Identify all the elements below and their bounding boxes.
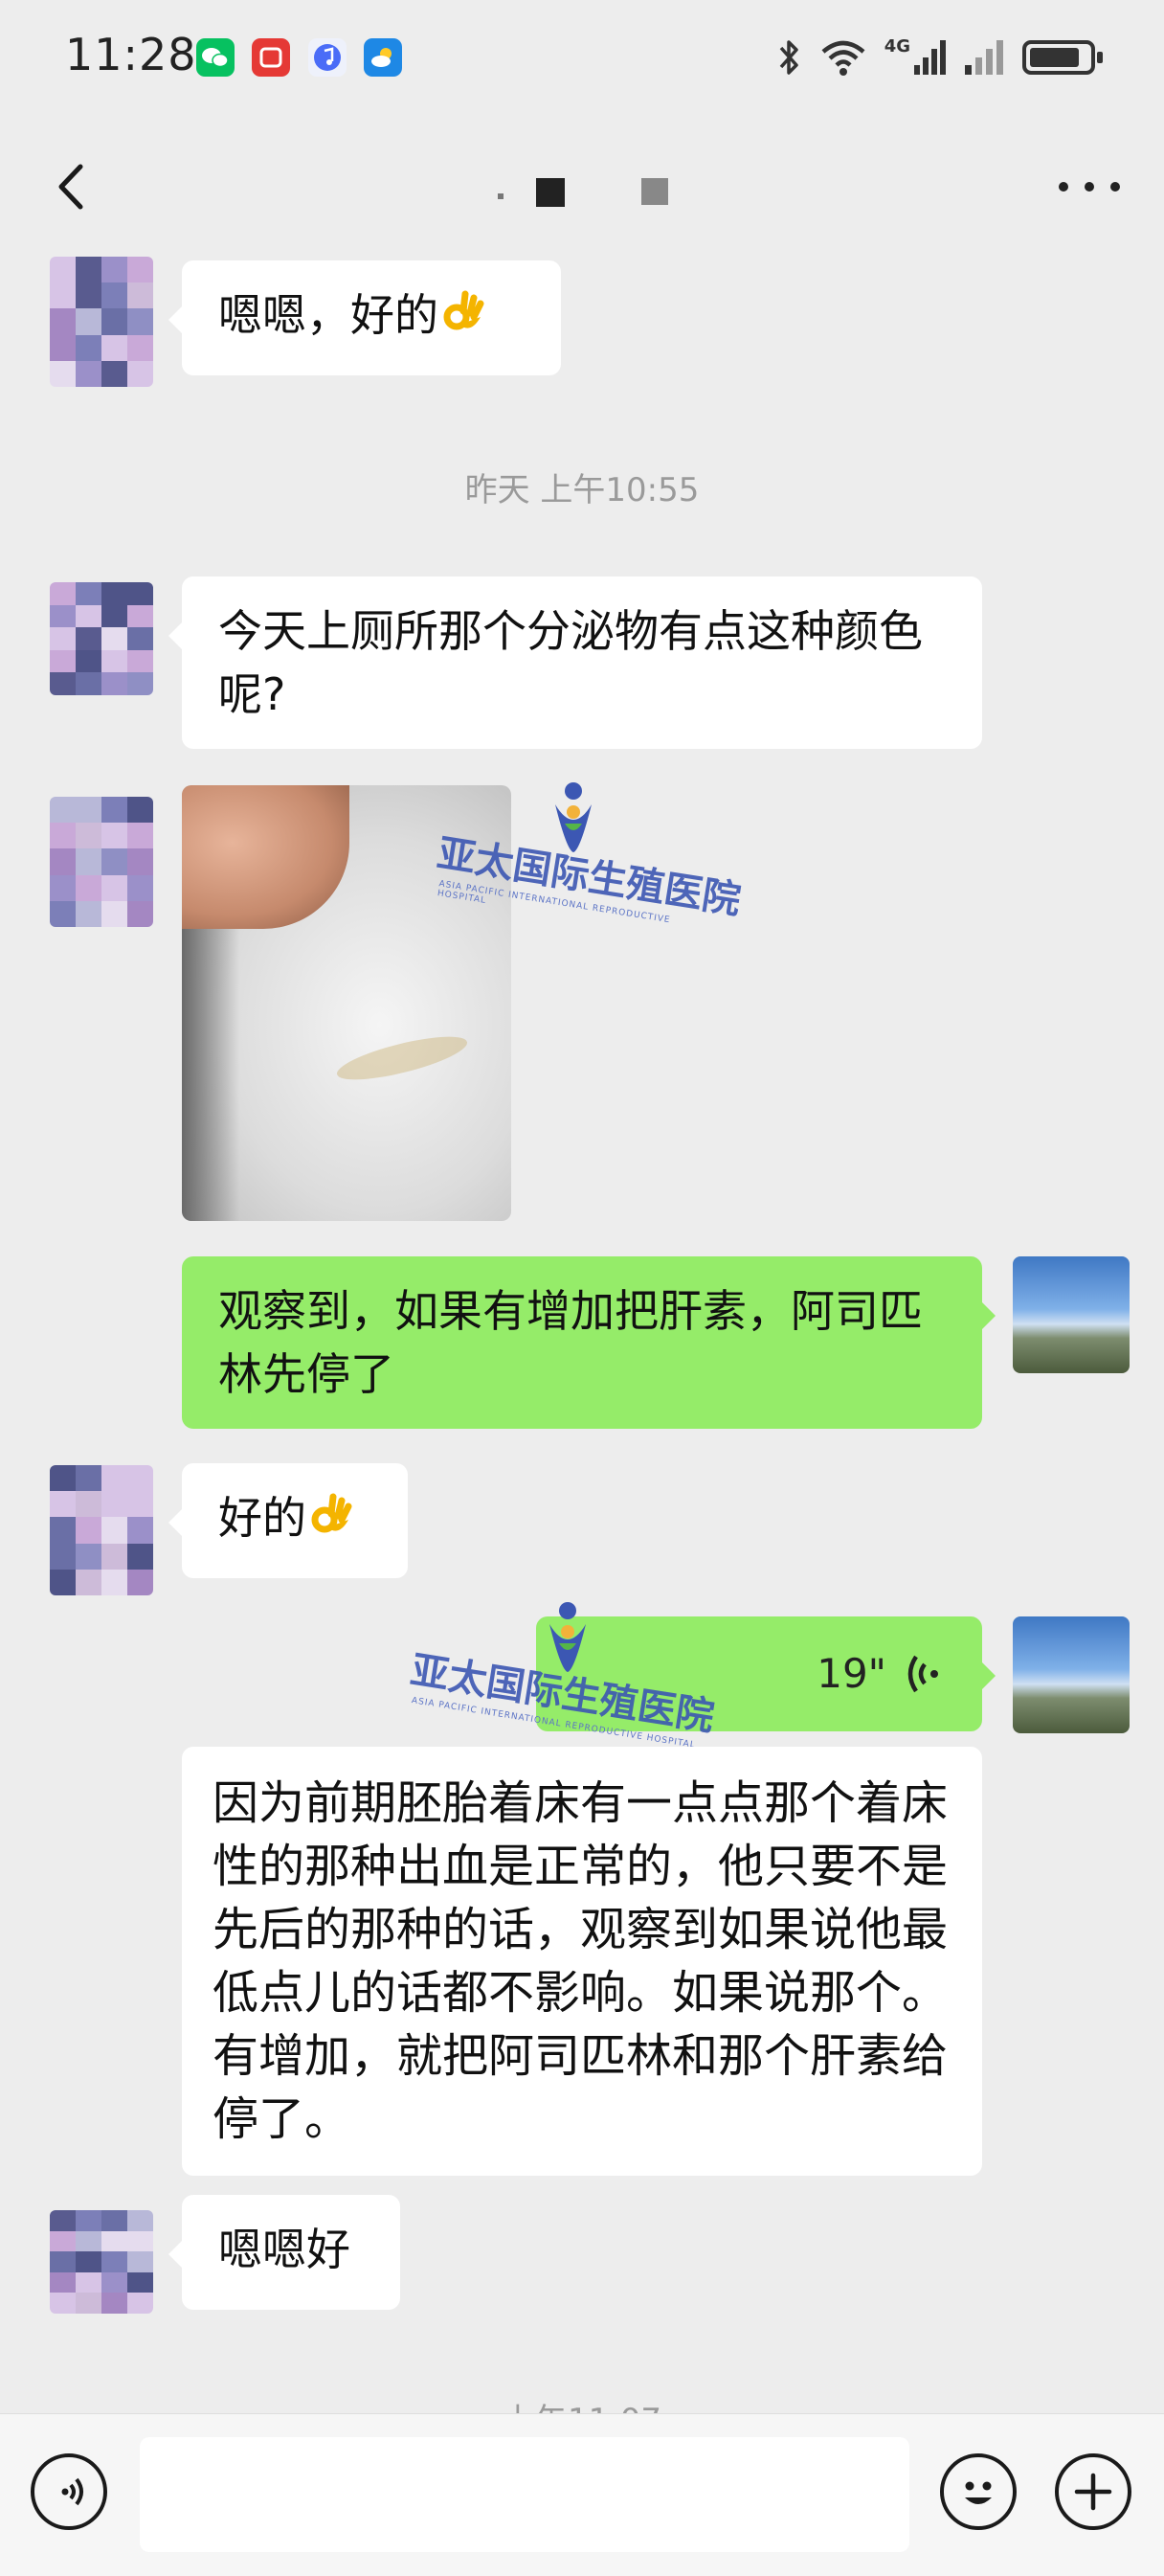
- more-button[interactable]: [1051, 163, 1128, 211]
- battery-level: [1030, 48, 1079, 67]
- red-app-icon: [252, 38, 290, 77]
- contact-avatar[interactable]: [50, 1465, 153, 1595]
- transcript-text: 因为前期胚胎着床有一点点那个着床性的那种出血是正常的，他只要不是先后的那种的话，…: [213, 1776, 949, 2146]
- voice-duration: 19": [817, 1650, 886, 1697]
- emoji-button[interactable]: [940, 2453, 1017, 2530]
- message-text: 今天上厕所那个分泌物有点这种颜色呢?: [218, 605, 923, 720]
- ok-hand-emoji: [311, 1493, 352, 1533]
- bluetooth-icon: [779, 40, 798, 75]
- message-bubble[interactable]: 今天上厕所那个分泌物有点这种颜色呢?: [168, 576, 982, 749]
- message-input[interactable]: [140, 2437, 909, 2552]
- message-text: 嗯嗯好: [218, 2224, 350, 2275]
- cellular-signal-1-icon: 4G: [884, 38, 946, 77]
- status-icons: 4G: [777, 31, 1103, 84]
- chevron-left-icon: [58, 164, 83, 210]
- timestamp: 昨天 上午10:55: [464, 471, 700, 509]
- music-icon: [308, 38, 347, 77]
- ok-hand-emoji: [443, 290, 484, 330]
- wifi-icon: [821, 40, 865, 76]
- cellular-signal-2-icon: [965, 40, 1003, 75]
- more-dots-icon: [1059, 182, 1068, 192]
- plus-button[interactable]: [1055, 2453, 1131, 2530]
- voice-mode-icon: [61, 2477, 83, 2506]
- contact-avatar[interactable]: [50, 2210, 153, 2314]
- message-bubble[interactable]: 观察到，如果有增加把肝素，阿司匹林先停了: [182, 1256, 996, 1429]
- message-text: 观察到，如果有增加把肝素，阿司匹林先停了: [218, 1285, 923, 1400]
- chat-title-redacted: [536, 178, 565, 207]
- message-bubble[interactable]: 嗯嗯，好的: [168, 260, 561, 375]
- chat-title-redacted-2: [641, 178, 668, 205]
- weather-icon: [364, 38, 402, 77]
- emoji-icon: [965, 2481, 992, 2504]
- message-text: 好的: [218, 1492, 306, 1544]
- message-bubble[interactable]: 嗯嗯好: [168, 2195, 400, 2310]
- back-button[interactable]: [46, 153, 98, 220]
- voice-wave-icon: [907, 1655, 938, 1693]
- watermark: 亚太国际生殖医院 ASIA PACIFIC INTERNATIONAL REPR…: [408, 1597, 717, 1751]
- contact-avatar[interactable]: [50, 582, 153, 695]
- contact-avatar[interactable]: [50, 797, 153, 927]
- message-text: 嗯嗯，好的: [218, 289, 438, 341]
- chat-title-redacted-3: [498, 193, 504, 199]
- self-avatar[interactable]: [1013, 1256, 1130, 1373]
- voice-transcript[interactable]: 因为前期胚胎着床有一点点那个着床性的那种出血是正常的，他只要不是先后的那种的话，…: [182, 1747, 982, 2176]
- status-time: 11:28: [65, 29, 197, 80]
- battery-icon: [1022, 40, 1103, 75]
- wechat-icon: [196, 38, 235, 77]
- contact-avatar[interactable]: [50, 257, 153, 387]
- network-type: 4G: [884, 36, 910, 56]
- voice-mode-button[interactable]: [31, 2453, 107, 2530]
- self-avatar[interactable]: [1013, 1616, 1130, 1733]
- watermark: 亚太国际生殖医院 ASIA PACIFIC INTERNATIONAL REPR…: [434, 778, 744, 925]
- plus-icon: [1074, 2473, 1112, 2511]
- message-bubble[interactable]: 好的: [168, 1463, 408, 1578]
- photo-finger: [182, 785, 349, 929]
